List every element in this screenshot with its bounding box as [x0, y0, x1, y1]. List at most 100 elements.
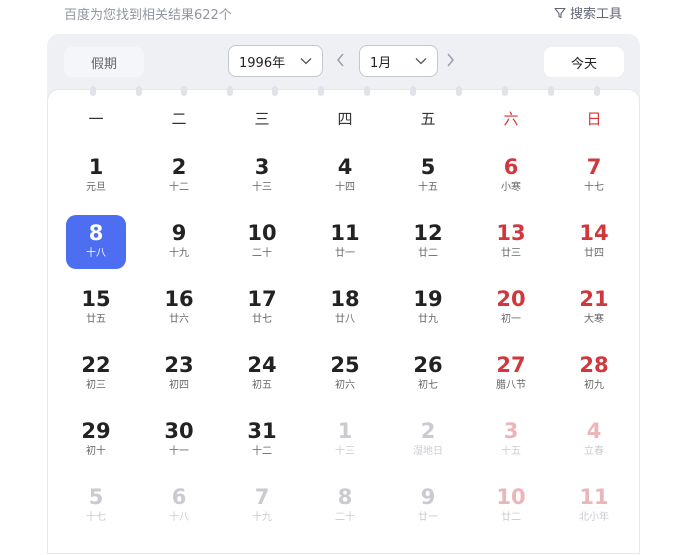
calendar-day[interactable]: 30 十一	[149, 413, 209, 467]
lunar-date: 小寒	[501, 182, 521, 193]
calendar-day[interactable]: 16 廿六	[149, 281, 209, 335]
calendar-day[interactable]: 3 十三	[232, 149, 292, 203]
calendar-day[interactable]: 17 廿七	[232, 281, 292, 335]
holiday-label: 假期	[90, 56, 117, 72]
calendar-day[interactable]: 7 十七	[564, 149, 624, 203]
search-tools-button[interactable]: 搜索工具	[554, 3, 622, 22]
today-button[interactable]: 今天	[544, 47, 624, 77]
calendar-day[interactable]: 15 廿五	[66, 281, 126, 335]
day-number: 20	[496, 287, 526, 311]
calendar-day[interactable]: 25 初六	[315, 347, 375, 401]
calendar-day[interactable]: 26 初七	[398, 347, 458, 401]
lunar-date: 廿六	[169, 314, 189, 325]
calendar-day[interactable]: 27 腊八节	[481, 347, 541, 401]
prev-month-arrow-icon[interactable]	[336, 52, 346, 68]
calendar-day[interactable]: 9 十九	[149, 215, 209, 269]
calendar-day[interactable]: 6 小寒	[481, 149, 541, 203]
search-tools-label: 搜索工具	[570, 7, 623, 22]
lunar-date: 十二	[252, 446, 272, 457]
year-select[interactable]: 1996年	[228, 45, 323, 77]
lunar-date: 十八	[86, 248, 106, 259]
lunar-date: 北小年	[579, 512, 609, 523]
calendar-day[interactable]: 12 廿二	[398, 215, 458, 269]
calendar-day[interactable]: 24 初五	[232, 347, 292, 401]
day-number: 3	[503, 419, 519, 443]
calendar-day-other-month[interactable]: 2 湿地日	[398, 413, 458, 467]
calendar-day-other-month[interactable]: 3 十五	[481, 413, 541, 467]
lunar-date: 廿三	[501, 248, 521, 259]
calendar-day[interactable]: 18 廿八	[315, 281, 375, 335]
calendar-day[interactable]: 31 十二	[232, 413, 292, 467]
calendar-day[interactable]: 13 廿三	[481, 215, 541, 269]
calendar-day[interactable]: 8 十八	[66, 215, 126, 269]
chevron-down-icon	[415, 58, 427, 65]
results-bar: 百度为您找到相关结果622个 搜索工具	[0, 0, 695, 26]
day-number: 8	[88, 221, 104, 245]
day-number: 16	[164, 287, 194, 311]
lunar-date: 二十	[252, 248, 272, 259]
lunar-date: 十七	[86, 512, 106, 523]
calendar-day-other-month[interactable]: 11 北小年	[564, 479, 624, 533]
day-number: 21	[579, 287, 609, 311]
day-number: 15	[81, 287, 111, 311]
lunar-date: 十五	[501, 446, 521, 457]
day-number: 28	[579, 353, 609, 377]
day-number: 8	[337, 485, 353, 509]
day-number: 2	[420, 419, 436, 443]
calendar-day-other-month[interactable]: 10 廿二	[481, 479, 541, 533]
day-number: 22	[81, 353, 111, 377]
calendar-day-other-month[interactable]: 4 立春	[564, 413, 624, 467]
day-number: 9	[171, 221, 187, 245]
day-number: 7	[254, 485, 270, 509]
lunar-date: 十九	[252, 512, 272, 523]
day-number: 1	[88, 155, 104, 179]
calendar-day[interactable]: 20 初一	[481, 281, 541, 335]
day-number: 17	[247, 287, 277, 311]
month-select[interactable]: 1月	[359, 45, 438, 77]
day-number: 4	[586, 419, 602, 443]
calendar-day[interactable]: 4 十四	[315, 149, 375, 203]
lunar-date: 元旦	[86, 182, 106, 193]
calendar-day[interactable]: 5 十五	[398, 149, 458, 203]
day-number: 3	[254, 155, 270, 179]
calendar-day-other-month[interactable]: 5 十七	[66, 479, 126, 533]
calendar-day[interactable]: 1 元旦	[66, 149, 126, 203]
calendar-day[interactable]: 29 初十	[66, 413, 126, 467]
calendar-day[interactable]: 19 廿九	[398, 281, 458, 335]
calendar-day[interactable]: 23 初四	[149, 347, 209, 401]
day-number: 18	[330, 287, 360, 311]
calendar-day[interactable]: 10 二十	[232, 215, 292, 269]
day-number: 29	[81, 419, 111, 443]
lunar-date: 初六	[335, 380, 355, 391]
day-number: 26	[413, 353, 443, 377]
lunar-date: 初三	[86, 380, 106, 391]
lunar-date: 廿二	[501, 512, 521, 523]
calendar-day-other-month[interactable]: 1 十三	[315, 413, 375, 467]
next-month-arrow-icon[interactable]	[445, 52, 455, 68]
day-number: 4	[337, 155, 353, 179]
calendar-day-other-month[interactable]: 8 二十	[315, 479, 375, 533]
calendar-day[interactable]: 22 初三	[66, 347, 126, 401]
day-number: 5	[88, 485, 104, 509]
day-number: 6	[503, 155, 519, 179]
lunar-date: 十八	[169, 512, 189, 523]
calendar-day[interactable]: 14 廿四	[564, 215, 624, 269]
calendar-day-other-month[interactable]: 6 十八	[149, 479, 209, 533]
lunar-date: 廿一	[418, 512, 438, 523]
day-number: 14	[579, 221, 609, 245]
holiday-button[interactable]: 假期	[64, 47, 144, 77]
lunar-date: 初九	[584, 380, 604, 391]
day-number: 5	[420, 155, 436, 179]
calendar-day[interactable]: 21 大寒	[564, 281, 624, 335]
chevron-down-icon	[300, 58, 312, 65]
calendar-day[interactable]: 11 廿一	[315, 215, 375, 269]
lunar-date: 初十	[86, 446, 106, 457]
calendar-day-other-month[interactable]: 9 廿一	[398, 479, 458, 533]
calendar-day-other-month[interactable]: 7 十九	[232, 479, 292, 533]
calendar-day[interactable]: 2 十二	[149, 149, 209, 203]
calendar-body: 一二三四五六日 1 元旦 2 十二 3 十三 4 十四 5 十五 6 小寒 7 十七 8 十八 9 十九 10 二十 1…	[47, 86, 640, 554]
filter-icon	[554, 7, 566, 18]
lunar-date: 廿四	[584, 248, 604, 259]
calendar-day[interactable]: 28 初九	[564, 347, 624, 401]
calendar-widget: 假期 1996年 1月 今天 一二三四五六日 1元旦2十二3十三4	[47, 34, 640, 554]
